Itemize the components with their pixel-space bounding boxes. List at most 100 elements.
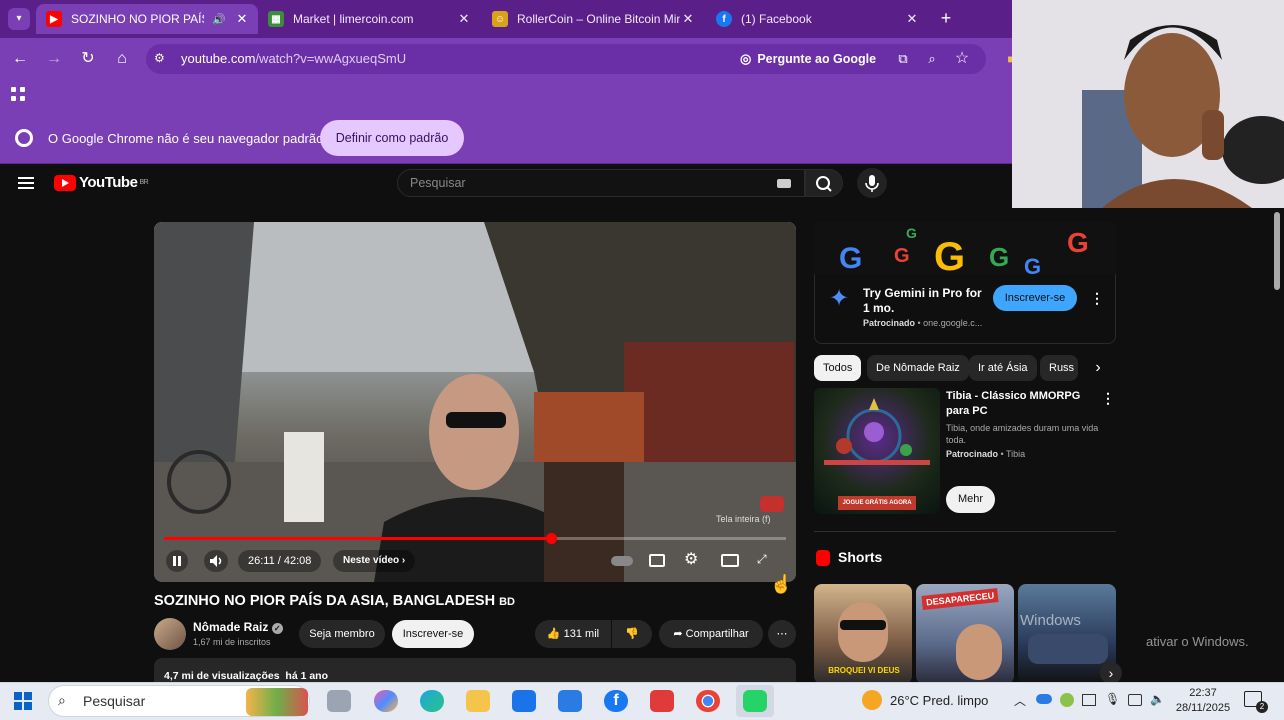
url-text[interactable]: youtube.com/watch?v=wwAgxueqSmU [181,51,406,66]
chip-russ[interactable]: Russ [1040,355,1078,381]
search-input[interactable]: Pesquisar [397,169,805,197]
clock-time: 22:37 [1189,687,1217,699]
close-tab-icon[interactable]: ✕ [234,11,250,27]
install-app-icon[interactable]: ⧉ [892,48,914,70]
ad-banner[interactable]: G G G G G G G [814,222,1116,274]
taskbar-clock[interactable]: 22:37 28/11/2025 [1170,686,1236,716]
search-button[interactable] [805,169,843,197]
tray-chevron-icon[interactable]: ︿ [1014,692,1026,709]
clock-date: 28/11/2025 [1175,702,1231,714]
new-tab-icon[interactable]: + [936,8,956,28]
logo-text: YouTube [79,174,138,191]
chip-asia[interactable]: Ir até Ásia [969,355,1037,381]
ad-menu-icon[interactable]: ⋮ [1090,290,1104,306]
close-tab-icon[interactable]: ✕ [456,11,472,27]
youtube-logo[interactable]: YouTube BR [54,174,149,191]
tibia-description: Tibia, onde amizades duram uma vida toda… [946,423,1099,445]
share-button[interactable]: ➦ Compartilhar [659,620,763,648]
ask-google-button[interactable]: ◎ Pergunte ao Google [740,48,876,70]
speaker-icon[interactable]: 🔊 [212,13,226,26]
close-tab-icon[interactable]: ✕ [680,11,696,27]
apps-grid-icon[interactable] [10,86,26,102]
svg-text:G: G [934,235,965,274]
store-icon[interactable] [512,690,536,712]
wps-office-icon[interactable] [650,690,674,712]
tibia-more-button[interactable]: Mehr [946,486,995,513]
ad-subscribe-button[interactable]: Inscrever-se [993,285,1077,311]
onedrive-icon[interactable] [1036,694,1052,704]
tab-limercoin[interactable]: ▦ Market | limercoin.com ✕ [258,4,480,34]
video-frame [154,222,796,582]
ad-title[interactable]: Try Gemini in Pro for 1 mo. [863,286,991,316]
tab-youtube[interactable]: ▶ SOZINHO NO PIOR PAÍS DA 🔊 ✕ [36,4,258,34]
copilot-icon[interactable] [374,690,398,712]
pause-icon[interactable] [166,550,188,572]
site-info-icon[interactable]: ⚙ [154,51,172,67]
tray-app-icon[interactable] [1060,693,1074,707]
windows-start-icon[interactable] [14,692,32,710]
tibia-title[interactable]: Tibia - Clássico MMORPG para PC [946,389,1096,419]
mail-icon[interactable] [558,690,582,712]
like-button[interactable]: 👍 131 mil [535,620,611,648]
reload-icon[interactable]: ↻ [77,48,99,70]
svg-text:G: G [839,242,862,274]
display-icon[interactable] [1082,694,1096,706]
bookmark-star-icon[interactable]: ☆ [951,48,973,70]
chevron-right-icon[interactable]: › [1088,358,1108,378]
tibia-menu-icon[interactable]: ⋮ [1101,390,1115,406]
home-icon[interactable]: ⌂ [111,48,133,70]
tab-search-button[interactable]: ▾ [8,8,30,30]
short-thumbnail[interactable]: BROQUEI VI DEUS [814,584,912,684]
chip-channel[interactable]: De Nômade Raiz [867,355,969,381]
set-default-button[interactable]: Definir como padrão [320,120,464,156]
search-icon [816,176,832,192]
more-actions-button[interactable]: ⋯ [768,620,796,648]
zoom-icon[interactable]: ⌕ [921,48,943,70]
sunglasses [840,620,886,630]
progress-scrubber[interactable] [546,533,557,544]
subscriber-count: 1,67 mi de inscritos [193,637,271,647]
settings-gear-icon[interactable]: ⚙ [684,551,702,569]
shorts-next-icon[interactable]: › [1100,662,1122,684]
svg-text:G: G [989,242,1009,272]
subtitles-icon[interactable] [649,554,665,567]
whatsapp-icon[interactable] [743,690,767,712]
edge-icon[interactable] [420,690,444,712]
activation-watermark: Windows [1020,612,1081,629]
weather-text[interactable]: 26°C Pred. limpo [890,693,988,708]
scroll-thumb[interactable] [1274,212,1280,290]
keyboard-icon[interactable] [777,179,791,188]
tab-facebook[interactable]: f (1) Facebook ✕ [706,4,928,34]
chip-all[interactable]: Todos [814,355,862,381]
menu-icon[interactable] [18,175,36,191]
ad-sponsor-line: Patrocinado • one.google.c... [863,318,983,328]
join-button[interactable]: Seja membro [299,620,385,648]
svg-text:G: G [906,225,917,241]
volume-icon[interactable] [204,550,228,572]
chrome-taskbar-icon[interactable] [696,690,720,712]
tibia-ad-thumbnail[interactable]: JOGUE GRÁTIS AGORA [814,388,940,514]
theater-mode-icon[interactable] [721,554,739,567]
facebook-icon[interactable]: f [604,690,628,712]
task-view-icon[interactable] [327,690,351,712]
close-tab-icon[interactable]: ✕ [904,11,920,27]
subscribe-button[interactable]: Inscrever-se [392,620,474,648]
autoplay-toggle[interactable] [611,556,633,566]
gemini-star-icon: ✦ [828,285,850,312]
back-icon[interactable]: ← [9,48,31,70]
forward-icon[interactable]: → [43,48,65,70]
speaker-icon[interactable]: 🔈 [1150,692,1165,706]
network-icon[interactable] [1128,694,1142,706]
avatar[interactable] [154,618,186,650]
rollercoin-icon: ☺ [492,11,508,27]
chapters-button[interactable]: Neste vídeo › [333,550,416,572]
file-explorer-icon[interactable] [466,690,490,712]
dislike-button[interactable]: 👎 [612,620,652,648]
voice-search-button[interactable] [857,168,887,198]
video-player[interactable] [154,222,796,582]
fullscreen-icon[interactable]: ⤢ [757,552,773,568]
tab-rollercoin[interactable]: ☺ RollerCoin – Online Bitcoin Min ✕ [482,4,704,34]
channel-name[interactable]: Nômade Raiz ✓ [193,620,283,634]
mic-tray-icon[interactable]: 🎙 [1105,692,1120,706]
short-thumbnail[interactable]: DESAPARECEU [916,584,1014,684]
